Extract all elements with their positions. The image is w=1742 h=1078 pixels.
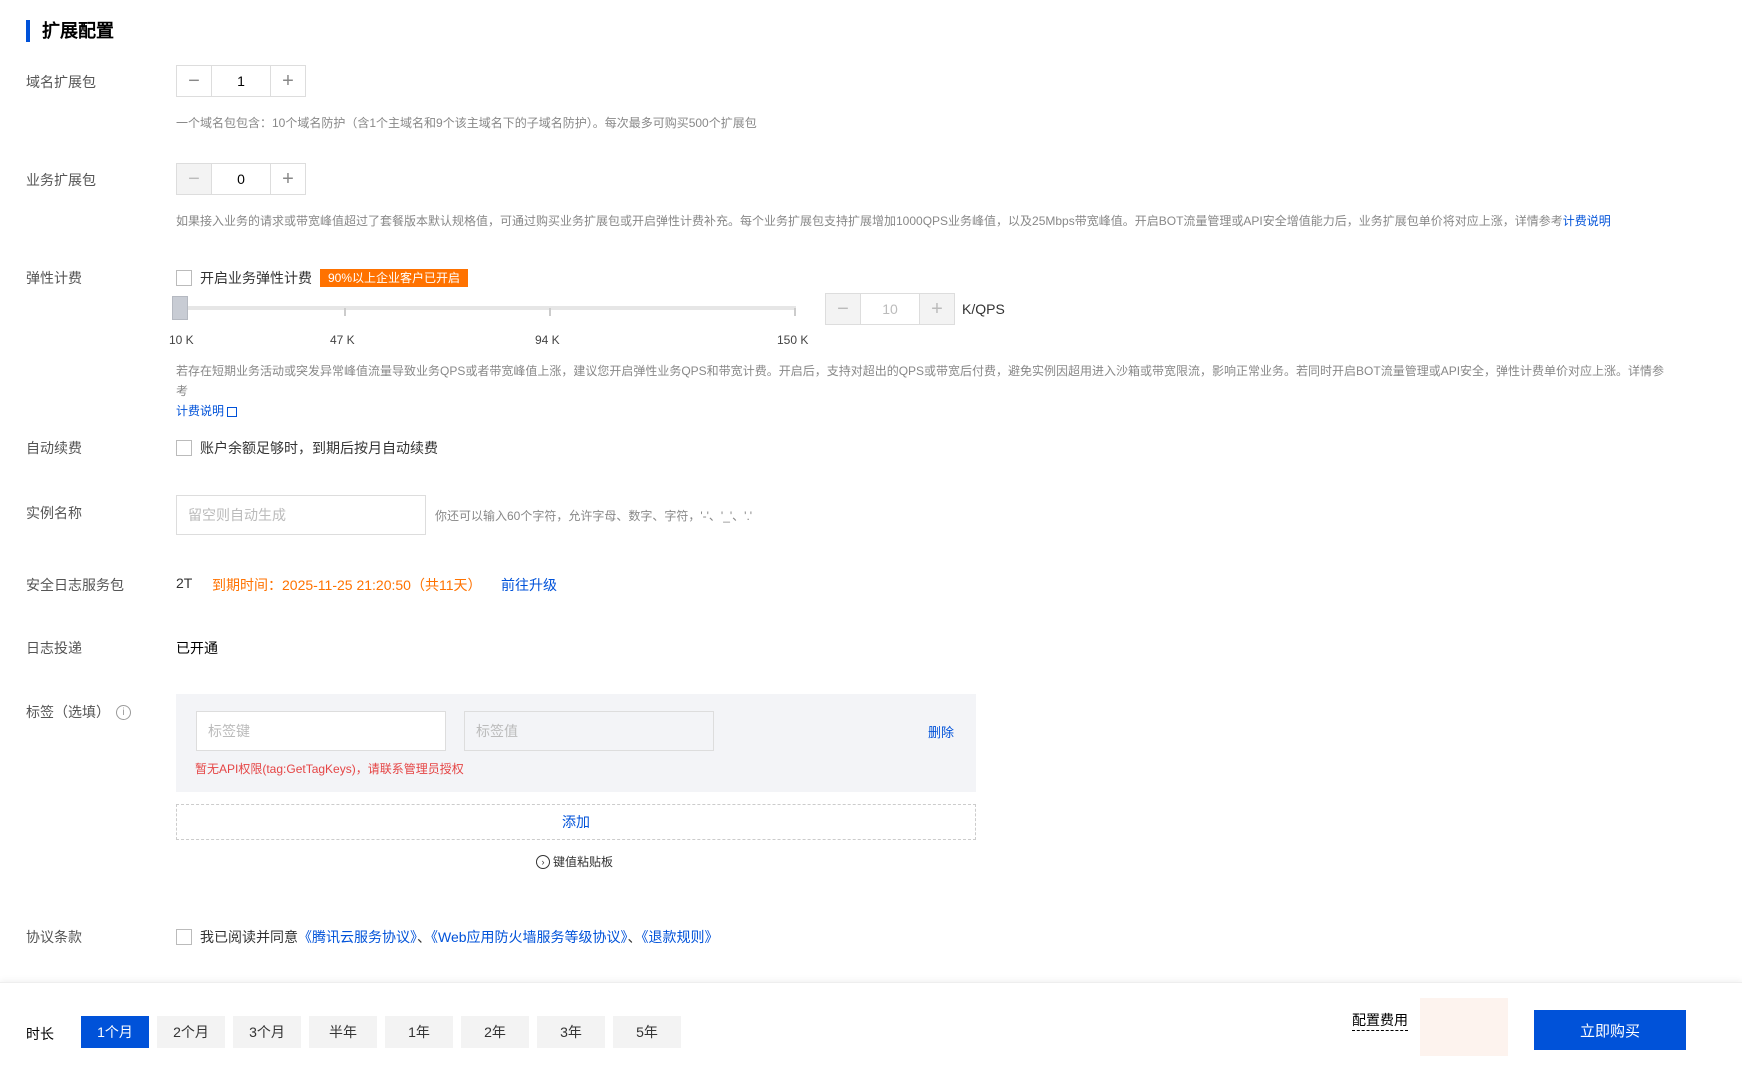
elastic-billing-badge: 90%以上企业客户已开启 — [320, 269, 469, 287]
decrement-button[interactable]: − — [826, 294, 860, 324]
increment-button[interactable]: + — [271, 164, 305, 194]
slider-tick-label: 94 K — [535, 333, 560, 347]
tag-key-input[interactable]: 标签键 — [196, 711, 446, 751]
log-delivery-value: 已开通 — [176, 640, 218, 656]
billing-doc-link-text: 计费说明 — [176, 404, 225, 418]
elastic-qps-stepper: − 10 + — [825, 293, 955, 325]
auto-renew-checkbox-label: 账户余额足够时，到期后按月自动续费 — [200, 440, 438, 456]
log-delivery-label: 日志投递 — [26, 640, 82, 656]
tags-label: 标签（选填） — [26, 704, 110, 720]
domain-pack-value[interactable]: 1 — [211, 66, 271, 96]
elastic-billing-checkbox[interactable] — [176, 270, 192, 286]
paste-board-button[interactable]: › 键值粘贴板 — [536, 853, 613, 870]
instance-name-input[interactable]: 留空则自动生成 — [176, 495, 426, 535]
domain-pack-hint: 一个域名包包含：10个域名防护（含1个主域名和9个该主域名下的子域名防护）。每次… — [176, 116, 757, 130]
sla-link[interactable]: 《Web应用防火墙服务等级协议》 — [431, 929, 628, 945]
agreement-prefix: 我已阅读并同意 — [200, 929, 298, 945]
slider-tick — [344, 308, 346, 316]
elastic-slider-handle[interactable] — [172, 296, 188, 320]
agreement-text: 我已阅读并同意《腾讯云服务协议》、《Web应用防火墙服务等级协议》、《退款规则》 — [200, 927, 719, 947]
duration-option[interactable]: 半年 — [309, 1016, 377, 1048]
agreement-row: 我已阅读并同意《腾讯云服务协议》、《Web应用防火墙服务等级协议》、《退款规则》 — [176, 927, 719, 947]
decrement-button[interactable]: − — [177, 164, 211, 194]
instance-name-hint: 你还可以输入60个字符，允许字母、数字、字符，'-'、'_'、'.' — [435, 509, 753, 523]
decrement-button[interactable]: − — [177, 66, 211, 96]
billing-doc-link[interactable]: 计费说明 — [1563, 214, 1611, 228]
duration-option[interactable]: 2个月 — [157, 1016, 225, 1048]
slider-tick — [549, 308, 551, 316]
tag-value-input[interactable]: 标签值 — [464, 711, 714, 751]
duration-option[interactable]: 3年 — [537, 1016, 605, 1048]
domain-pack-label: 域名扩展包 — [26, 74, 96, 90]
business-pack-hint: 如果接入业务的请求或带宽峰值超过了套餐版本默认规格值，可通过购买业务扩展包或开启… — [176, 212, 1616, 229]
tag-delete-link[interactable]: 删除 — [928, 722, 954, 741]
elastic-hint-text: 若存在短期业务活动或突发异常峰值流量导致业务QPS或者带宽峰值上涨，建议您开启弹… — [176, 364, 1665, 398]
agreement-separator: 、 — [417, 929, 431, 945]
qps-unit: K/QPS — [962, 301, 1005, 317]
info-icon[interactable]: i — [116, 704, 131, 720]
external-link-icon — [227, 406, 238, 417]
auto-renew-label: 自动续费 — [26, 440, 82, 456]
elastic-slider-track[interactable] — [176, 306, 796, 310]
duration-option[interactable]: 3个月 — [233, 1016, 301, 1048]
section-title: 扩展配置 — [26, 20, 114, 42]
domain-pack-stepper: − 1 + — [176, 65, 306, 97]
log-service-size: 2T — [176, 575, 193, 591]
agreement-separator: 、 — [627, 929, 642, 945]
increment-button[interactable]: + — [271, 66, 305, 96]
slider-tick-label: 10 K — [169, 333, 194, 347]
duration-option[interactable]: 1年 — [385, 1016, 453, 1048]
chevron-circle-icon: › — [536, 854, 550, 869]
tags-label-row: 标签（选填） i — [26, 702, 131, 722]
config-fee-label[interactable]: 配置费用 — [1352, 1010, 1408, 1031]
business-pack-hint-text: 如果接入业务的请求或带宽峰值超过了套餐版本默认规格值，可通过购买业务扩展包或开启… — [176, 214, 1563, 228]
elastic-qps-value[interactable]: 10 — [860, 294, 920, 324]
slider-tick-label: 47 K — [330, 333, 355, 347]
tag-add-button[interactable]: 添加 — [176, 804, 976, 840]
elastic-billing-checkbox-label: 开启业务弹性计费 — [200, 270, 312, 286]
elastic-billing-label: 弹性计费 — [26, 270, 82, 286]
billing-doc-link[interactable]: 计费说明 — [176, 404, 238, 418]
log-service-label: 安全日志服务包 — [26, 577, 124, 593]
price-area — [1420, 998, 1508, 1056]
increment-button[interactable]: + — [920, 294, 954, 324]
business-pack-stepper: − 0 + — [176, 163, 306, 195]
slider-tick-label: 150 K — [777, 333, 809, 347]
duration-option[interactable]: 1个月 — [81, 1016, 149, 1048]
log-service-expiry: 到期时间：2025-11-25 21:20:50（共11天） — [212, 577, 482, 593]
duration-option[interactable]: 2年 — [461, 1016, 529, 1048]
instance-name-label: 实例名称 — [26, 505, 82, 521]
duration-label: 时长 — [26, 1026, 54, 1042]
auto-renew-row: 账户余额足够时，到期后按月自动续费 — [176, 438, 438, 458]
duration-option[interactable]: 5年 — [613, 1016, 681, 1048]
service-agreement-link[interactable]: 《腾讯云服务协议》 — [298, 929, 417, 945]
tag-error: 暂无API权限(tag:GetTagKeys)，请联系管理员授权 — [195, 762, 464, 776]
paste-board-label: 键值粘贴板 — [553, 855, 614, 869]
agreement-checkbox[interactable] — [176, 929, 192, 945]
auto-renew-checkbox[interactable] — [176, 440, 192, 456]
business-pack-label: 业务扩展包 — [26, 172, 96, 188]
elastic-hint: 若存在短期业务活动或突发异常峰值流量导致业务QPS或者带宽峰值上涨，建议您开启弹… — [176, 361, 1676, 421]
upgrade-link[interactable]: 前往升级 — [501, 575, 557, 595]
agreement-label: 协议条款 — [26, 929, 82, 945]
elastic-billing-row: 开启业务弹性计费 90%以上企业客户已开启 — [176, 268, 469, 288]
buy-now-button[interactable]: 立即购买 — [1534, 1010, 1686, 1050]
business-pack-value[interactable]: 0 — [211, 164, 271, 194]
slider-tick — [794, 308, 796, 316]
refund-rules-link[interactable]: 《退款规则》 — [642, 929, 719, 945]
